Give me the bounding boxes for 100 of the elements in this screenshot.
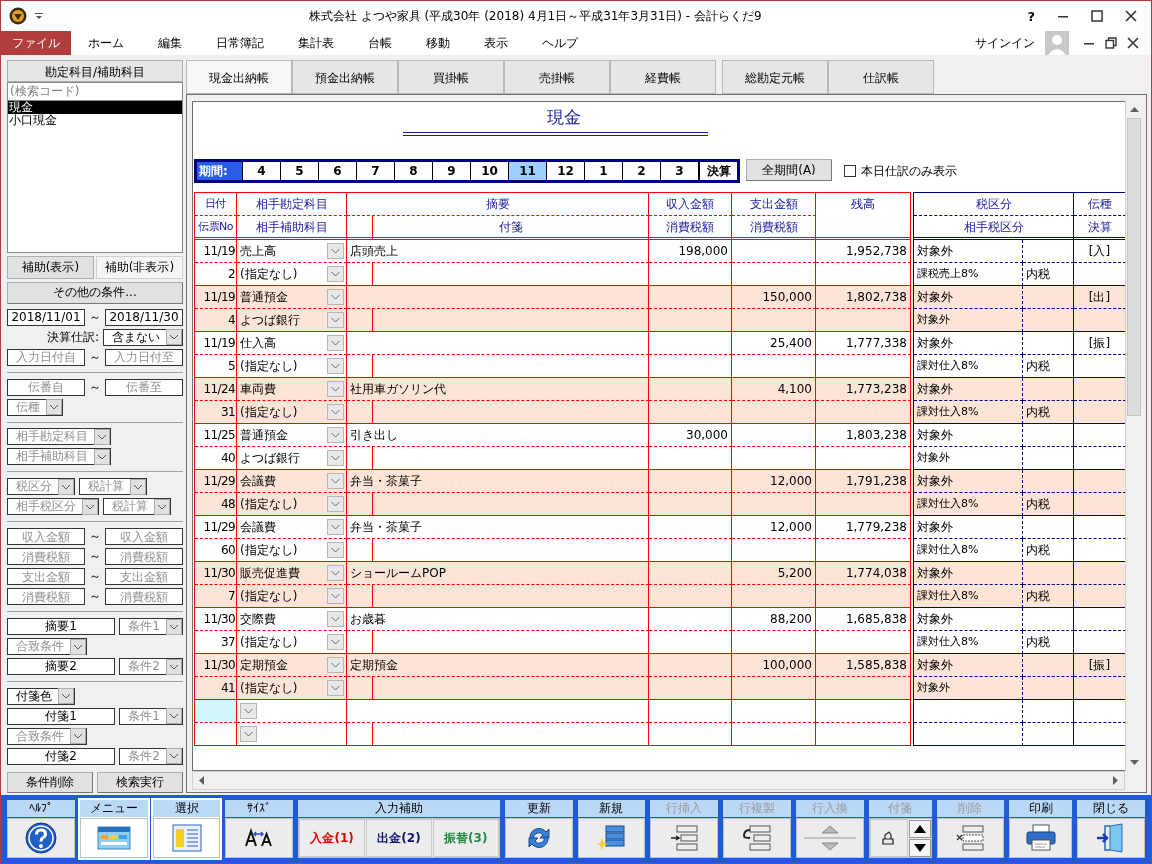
search-field[interactable]: (検索コード) <box>7 82 183 101</box>
dropdown-button[interactable] <box>327 404 344 420</box>
tab[interactable]: 仕訳帳 <box>828 60 934 94</box>
period-tab[interactable]: 2 <box>622 162 660 180</box>
input-field[interactable]: 支出金額 <box>105 568 183 586</box>
menu-item[interactable]: ヘルプ <box>525 31 595 55</box>
dropdown-button[interactable] <box>327 243 344 259</box>
input-field[interactable]: 支出金額 <box>7 568 85 586</box>
period-tab[interactable]: 1 <box>584 162 622 180</box>
scroll-right-icon[interactable] <box>1113 776 1118 785</box>
period-tab[interactable]: 9 <box>432 162 470 180</box>
action-button[interactable]: 条件削除 <box>7 772 93 793</box>
menu-item[interactable]: ファイル <box>1 31 71 55</box>
dropdown-button[interactable] <box>327 450 344 466</box>
dropdown-button[interactable] <box>327 381 344 397</box>
close-icon[interactable] <box>1125 10 1137 22</box>
period-tab[interactable]: 12 <box>546 162 584 180</box>
dropdown-button[interactable] <box>240 726 257 742</box>
dropdown-button[interactable] <box>327 519 344 535</box>
tab[interactable]: 総勘定元帳 <box>722 60 828 94</box>
input-field[interactable]: 収入金額 <box>7 528 85 546</box>
period-tab[interactable]: 5 <box>280 162 318 180</box>
menu-item[interactable]: 編集 <box>141 31 199 55</box>
period-tab[interactable]: 6 <box>318 162 356 180</box>
menu-item[interactable]: 集計表 <box>281 31 351 55</box>
input-field[interactable]: 伝番至 <box>105 378 183 396</box>
dropdown-button[interactable] <box>240 703 257 719</box>
input-field[interactable]: 消費税額 <box>7 548 85 566</box>
menu-item[interactable]: 台帳 <box>351 31 409 55</box>
dropdown-button[interactable] <box>327 427 344 443</box>
more-conditions-button[interactable]: その他の条件... <box>7 282 183 304</box>
input-field[interactable]: 収入金額 <box>105 528 183 546</box>
tab[interactable]: 補助(表示) <box>7 256 94 279</box>
period-tab[interactable]: 決算 <box>698 162 737 180</box>
app-logo-icon[interactable] <box>9 7 27 25</box>
help-button[interactable]: ? <box>1027 8 1035 24</box>
checkbox[interactable] <box>844 165 856 177</box>
tab[interactable]: 買掛帳 <box>398 60 504 94</box>
dropdown[interactable]: 付箋色 <box>7 688 75 705</box>
toolbar-button[interactable] <box>7 818 75 858</box>
period-tab[interactable]: 11 <box>508 162 546 180</box>
input-field[interactable]: 付箋2 <box>7 748 116 765</box>
input-field[interactable]: 消費税額 <box>105 548 183 566</box>
input-field[interactable]: 消費税額 <box>7 588 85 606</box>
close-icon[interactable] <box>1127 37 1139 49</box>
tab[interactable]: 現金出納帳 <box>186 60 292 94</box>
dropdown-button[interactable] <box>327 680 344 696</box>
dropdown-button[interactable] <box>327 496 344 512</box>
period-tab[interactable]: 8 <box>394 162 432 180</box>
input-field[interactable]: 入力日付至 <box>105 348 183 366</box>
input-field[interactable]: 2018/11/30 <box>105 308 183 326</box>
input-field[interactable]: 付箋1 <box>7 708 116 725</box>
all-periods-button[interactable]: 全期間(A) <box>746 159 832 181</box>
dropdown-button[interactable] <box>327 312 344 328</box>
avatar-icon[interactable] <box>1045 31 1069 55</box>
dropdown-button[interactable] <box>327 266 344 282</box>
toolbar-button[interactable] <box>225 818 294 858</box>
period-tab[interactable]: 3 <box>660 162 698 180</box>
dropdown-button[interactable] <box>327 289 344 305</box>
dropdown-button[interactable] <box>327 634 344 650</box>
tab[interactable]: 経費帳 <box>610 60 716 94</box>
dropdown-button[interactable] <box>327 611 344 627</box>
input-field[interactable]: 2018/11/01 <box>7 308 85 326</box>
entry-button[interactable]: 出金(2) <box>366 819 432 857</box>
period-tab[interactable]: 7 <box>356 162 394 180</box>
toolbar-button[interactable] <box>1009 818 1073 858</box>
menu-item[interactable]: 表示 <box>467 31 525 55</box>
tab[interactable]: 預金出納帳 <box>292 60 398 94</box>
maximize-icon[interactable] <box>1091 10 1103 22</box>
period-tab[interactable]: 4 <box>242 162 280 180</box>
menu-item[interactable]: 移動 <box>409 31 467 55</box>
restore-icon[interactable] <box>1105 37 1117 49</box>
dropdown-button[interactable] <box>327 657 344 673</box>
input-field[interactable]: 入力日付自 <box>7 348 85 366</box>
tab[interactable]: 補助(非表示) <box>96 256 183 279</box>
dropdown-button[interactable] <box>327 565 344 581</box>
entry-button[interactable]: 入金(1) <box>299 819 366 857</box>
scroll-thumb[interactable] <box>1127 118 1141 416</box>
menu-item[interactable]: 日常簿記 <box>199 31 281 55</box>
scroll-left-icon[interactable] <box>199 776 204 785</box>
dropdown[interactable]: 含まない <box>103 328 183 346</box>
scroll-down-icon[interactable] <box>1129 760 1139 765</box>
menu-item[interactable]: ホーム <box>71 31 141 55</box>
tab[interactable]: 売掛帳 <box>504 60 610 94</box>
dropdown-button[interactable] <box>327 335 344 351</box>
list-item[interactable]: 小口現金 <box>8 114 182 127</box>
input-field[interactable]: 摘要2 <box>7 658 116 676</box>
horizontal-scrollbar[interactable] <box>192 771 1125 790</box>
input-field[interactable]: 伝番自 <box>7 378 85 396</box>
input-field[interactable]: 消費税額 <box>105 588 183 606</box>
move-down-button[interactable] <box>908 838 931 857</box>
dropdown-button[interactable] <box>327 542 344 558</box>
input-field[interactable]: 摘要1 <box>7 618 116 636</box>
scroll-up-icon[interactable] <box>1129 107 1139 112</box>
active-cell[interactable] <box>195 700 237 723</box>
entry-button[interactable]: 振替(3) <box>432 819 499 857</box>
sign-in-link[interactable]: サインイン <box>975 34 1035 52</box>
dropdown-button[interactable] <box>327 473 344 489</box>
quick-access-icon[interactable] <box>35 13 43 19</box>
dropdown-button[interactable] <box>327 588 344 604</box>
